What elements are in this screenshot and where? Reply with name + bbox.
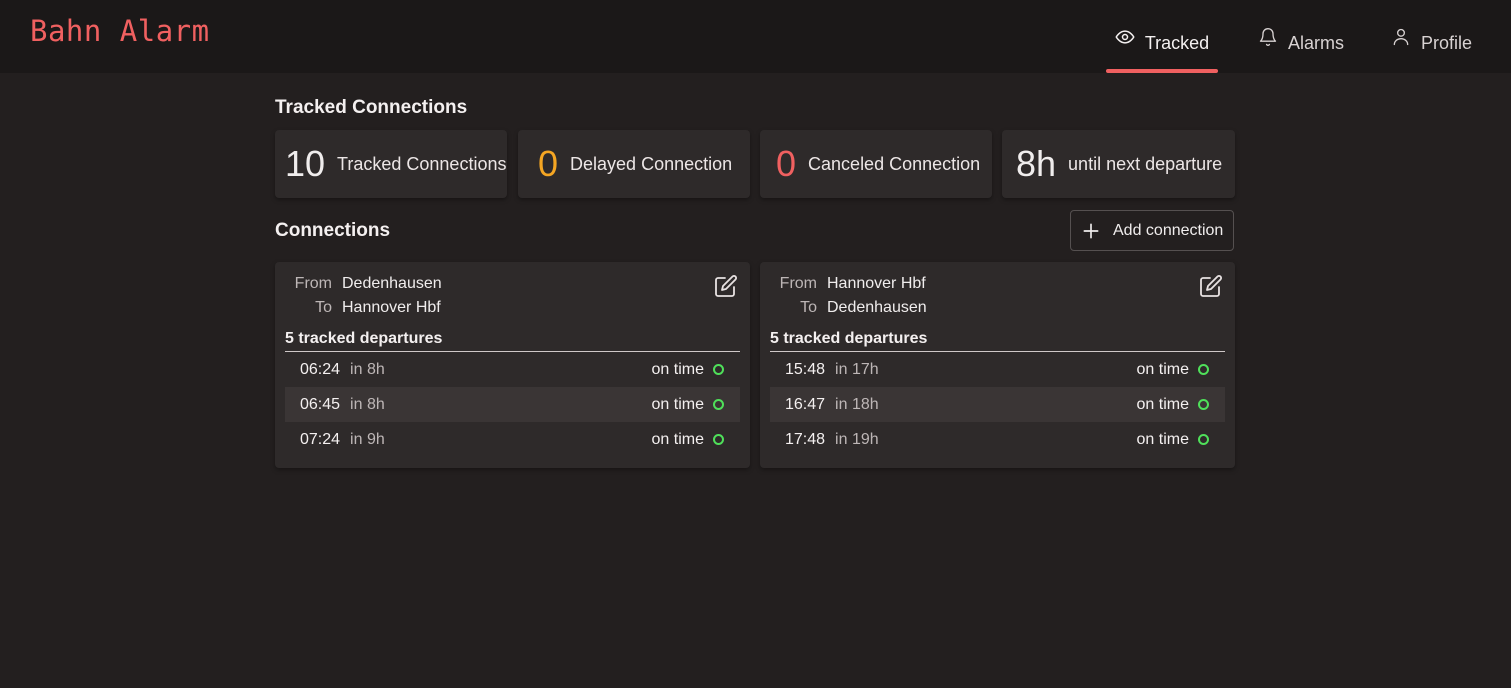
app-logo[interactable]: Bahn Alarm	[30, 14, 210, 48]
departure-row[interactable]: 06:45 in 8h on time	[285, 387, 740, 422]
departure-row[interactable]: 17:48 in 19h on time	[770, 422, 1225, 457]
top-bar: Bahn Alarm Tracked Alarms Profile	[0, 0, 1511, 73]
departure-time: 06:45	[300, 395, 341, 413]
route-to: To Dedenhausen	[770, 299, 927, 317]
stat-delayed: 0 Delayed Connection	[518, 130, 750, 198]
departures-heading: 5 tracked departures	[285, 330, 740, 352]
to-station: Hannover Hbf	[342, 299, 441, 316]
status-dot-icon	[713, 399, 724, 410]
departure-time: 17:48	[785, 430, 826, 448]
add-connection-button[interactable]: Add connection	[1070, 210, 1234, 251]
stat-next-departure-label: until next departure	[1068, 153, 1223, 174]
connections-title: Connections	[275, 220, 391, 241]
departure-relative: in 18h	[835, 395, 879, 413]
status-dot-icon	[713, 364, 724, 375]
nav-profile[interactable]: Profile	[1381, 0, 1482, 73]
status-dot-icon	[713, 434, 724, 445]
edit-icon[interactable]	[714, 274, 738, 298]
departure-row[interactable]: 15:48 in 17h on time	[770, 352, 1225, 387]
plus-icon	[1083, 223, 1099, 238]
departures-heading: 5 tracked departures	[770, 330, 1225, 352]
nav-alarms-label: Alarms	[1288, 33, 1345, 53]
departure-time: 15:48	[785, 360, 826, 378]
from-station: Dedenhausen	[342, 275, 442, 292]
departure-status: on time	[651, 430, 704, 448]
from-station: Hannover Hbf	[827, 275, 926, 292]
departure-time: 16:47	[785, 395, 826, 413]
nav-alarms[interactable]: Alarms	[1248, 0, 1354, 73]
stat-delayed-label: Delayed Connection	[570, 153, 733, 174]
route-from: From Hannover Hbf	[770, 275, 926, 293]
departure-status: on time	[1136, 360, 1189, 378]
eye-icon	[1115, 27, 1135, 47]
departure-time: 06:24	[300, 360, 341, 378]
departure-row[interactable]: 06:24 in 8h on time	[285, 352, 740, 387]
user-icon	[1391, 27, 1411, 47]
departure-relative: in 8h	[350, 360, 385, 378]
add-connection-label: Add connection	[1113, 221, 1224, 239]
departure-relative: in 9h	[350, 430, 385, 448]
departure-status: on time	[651, 360, 704, 378]
departure-row[interactable]: 16:47 in 18h on time	[770, 387, 1225, 422]
to-station: Dedenhausen	[827, 299, 927, 316]
from-label: From	[294, 275, 332, 292]
tracked-connections-title: Tracked Connections	[275, 97, 468, 118]
departure-relative: in 8h	[350, 395, 385, 413]
stat-canceled-label: Canceled Connection	[808, 153, 981, 174]
nav-tracked-label: Tracked	[1144, 33, 1210, 53]
departure-status: on time	[651, 395, 704, 413]
nav-profile-label: Profile	[1421, 33, 1473, 53]
departure-relative: in 19h	[835, 430, 879, 448]
stat-next-departure-value: 8h	[1016, 143, 1057, 184]
departure-relative: in 17h	[835, 360, 879, 378]
connection-card: From Hannover Hbf To Dedenhausen 5 track…	[760, 262, 1235, 468]
status-dot-icon	[1198, 364, 1209, 375]
status-dot-icon	[1198, 399, 1209, 410]
departure-status: on time	[1136, 395, 1189, 413]
route-to: To Hannover Hbf	[285, 299, 441, 317]
to-label: To	[800, 299, 817, 316]
nav-tracked[interactable]: Tracked	[1106, 0, 1218, 73]
from-label: From	[779, 275, 817, 292]
route-from: From Dedenhausen	[285, 275, 442, 293]
departure-row[interactable]: 07:24 in 9h on time	[285, 422, 740, 457]
status-dot-icon	[1198, 434, 1209, 445]
connection-card: From Dedenhausen To Hannover Hbf 5 track…	[275, 262, 750, 468]
bell-icon	[1258, 27, 1278, 47]
stat-tracked-label: Tracked Connections	[337, 153, 507, 174]
stat-canceled: 0 Canceled Connection	[760, 130, 992, 198]
stat-canceled-value: 0	[776, 143, 797, 184]
departure-time: 07:24	[300, 430, 341, 448]
stats-row: 10 Tracked Connections 0 Delayed Connect…	[275, 130, 1235, 198]
stat-tracked-value: 10	[285, 143, 326, 184]
stat-next-departure: 8h until next departure	[1002, 130, 1235, 198]
edit-icon[interactable]	[1199, 274, 1223, 298]
to-label: To	[315, 299, 332, 316]
departure-status: on time	[1136, 430, 1189, 448]
stat-tracked: 10 Tracked Connections	[275, 130, 507, 198]
stat-delayed-value: 0	[538, 143, 559, 184]
